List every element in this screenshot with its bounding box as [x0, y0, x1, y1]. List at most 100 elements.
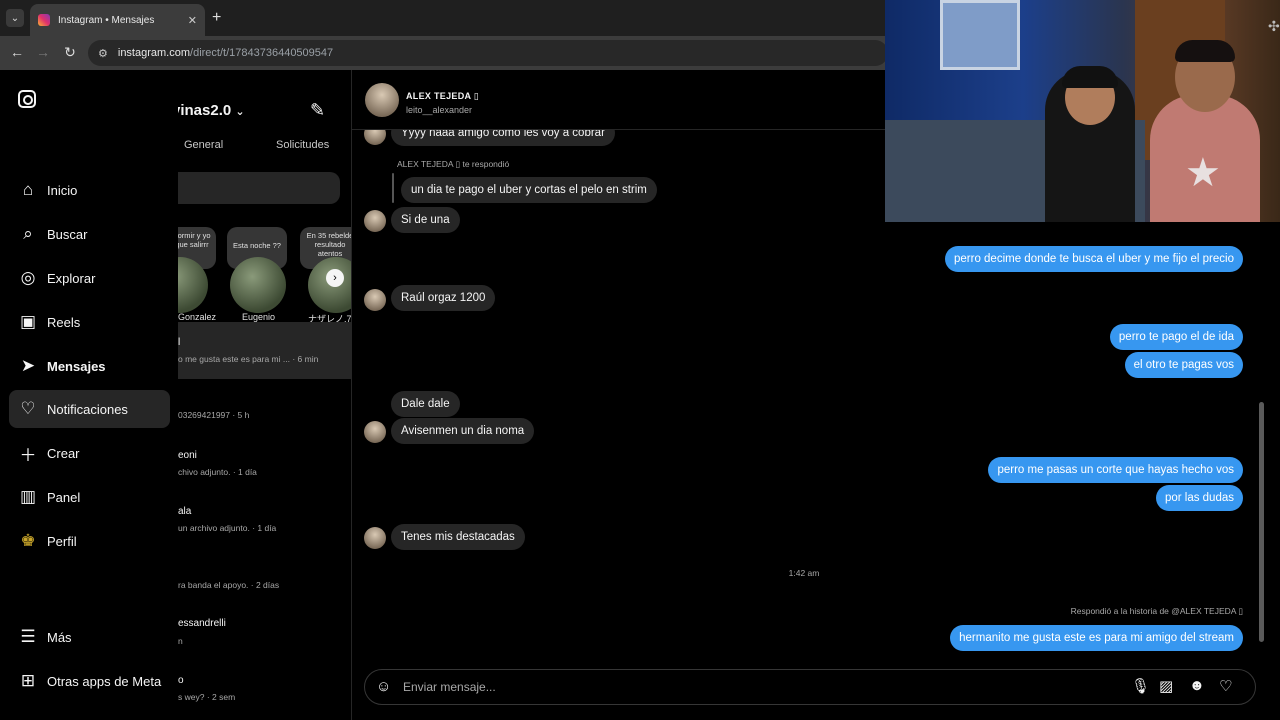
- emoji-icon[interactable]: ☺: [376, 678, 391, 695]
- story-name: Gonzalez: [178, 312, 217, 322]
- message-incoming[interactable]: Si de una: [391, 207, 460, 233]
- contact-avatar: [364, 527, 386, 549]
- chart-icon: ▥: [19, 487, 37, 506]
- message-incoming[interactable]: Dale dale: [391, 391, 460, 417]
- conversation-preview[interactable]: 03269421997 · 5 h: [178, 410, 249, 420]
- conversation-row-active[interactable]: [178, 322, 351, 379]
- contact-name[interactable]: ALEX TEJEDA ▯: [406, 91, 479, 102]
- nav-buscar[interactable]: ⌕ Buscar: [9, 215, 170, 253]
- microphone-icon[interactable]: 🎙: [1131, 677, 1150, 695]
- chevron-down-icon: ⌄: [235, 106, 245, 118]
- nav-label: Otras apps de Meta: [47, 673, 162, 689]
- contact-avatar: [364, 421, 386, 443]
- heart-icon: ♡: [20, 399, 36, 418]
- new-tab-plus-icon[interactable]: +: [212, 9, 221, 27]
- message-incoming[interactable]: Avisenmen un dia noma: [391, 418, 535, 444]
- tab-search-chevron-icon[interactable]: ⌄: [6, 9, 24, 27]
- nav-crear[interactable]: ＋ Crear: [9, 434, 170, 472]
- chat-scrollbar[interactable]: [1256, 220, 1266, 650]
- story-avatar[interactable]: [230, 257, 286, 313]
- search-input[interactable]: [178, 172, 340, 204]
- compass-icon: ◎: [20, 268, 36, 287]
- story-name: Eugenio: [242, 312, 276, 322]
- story-reply-label: Respondió a la historia de @ALEX TEJEDA …: [1070, 606, 1243, 616]
- home-icon: ⌂: [22, 180, 34, 199]
- conversation-preview: un archivo adjunto. · 1 día: [178, 523, 277, 533]
- tab-close-icon[interactable]: ✕: [188, 14, 197, 27]
- message-incoming[interactable]: Tenes mis destacadas: [391, 524, 525, 550]
- back-arrow-icon[interactable]: ←: [8, 44, 26, 60]
- nav-label: Buscar: [47, 226, 88, 242]
- tab-title: Instagram • Mensajes: [58, 14, 155, 26]
- webcam-person-right-hair: [1175, 40, 1235, 62]
- webcam-overlay: ★ ✣: [885, 0, 1280, 222]
- image-icon[interactable]: ▨: [1159, 677, 1173, 695]
- messenger-icon: ➤: [20, 356, 36, 375]
- meta-apps-icon: ⊞: [20, 671, 36, 690]
- nav-inicio[interactable]: ⌂ Inicio: [9, 171, 170, 209]
- message-incoming[interactable]: un dia te pago el uber y cortas el pelo …: [401, 177, 657, 203]
- nav-reels[interactable]: ▣ Reels: [9, 303, 170, 341]
- reply-indicator-bar: [392, 173, 394, 203]
- search-icon: ⌕: [23, 224, 33, 243]
- nav-label: Perfil: [47, 533, 77, 549]
- message-timestamp: 1:42 am: [788, 568, 820, 578]
- conversation-name[interactable]: essandrelli: [178, 618, 226, 629]
- tab-solicitudes[interactable]: Solicitudes: [276, 139, 329, 151]
- chevron-right-icon[interactable]: ›: [326, 269, 344, 287]
- url-text: instagram.com/direct/t/17843736440509547: [117, 47, 334, 59]
- conversation-name[interactable]: o: [178, 675, 184, 686]
- message-input[interactable]: [403, 677, 1103, 697]
- conversation-name: l: [178, 337, 181, 348]
- nav-label: Inicio: [47, 182, 78, 198]
- conversation-preview[interactable]: ra banda el apoyo. · 2 días: [178, 580, 279, 590]
- nav-perfil[interactable]: ♚ Perfil: [9, 522, 170, 560]
- forward-arrow-icon[interactable]: →: [34, 44, 52, 60]
- browser-tab[interactable]: Instagram • Mensajes ✕: [30, 4, 205, 36]
- conversation-preview: s wey? · 2 sem: [178, 692, 236, 702]
- message-outgoing[interactable]: hermanito me gusta este es para mi amigo…: [950, 625, 1243, 651]
- plus-icon: ＋: [19, 445, 37, 465]
- conversation-preview: chivo adjunto. · 1 día: [178, 467, 257, 477]
- message-outgoing[interactable]: perro decime donde te busca el uber y me…: [945, 246, 1243, 272]
- reply-meta-label: ALEX TEJEDA ▯ te respondió: [397, 159, 510, 169]
- message-composer: ☺ 🎙 ▨ ☻ ♡: [364, 669, 1256, 705]
- webcam-fan-icon: ✣: [1268, 18, 1280, 34]
- site-settings-icon[interactable]: ⚙: [98, 47, 108, 60]
- tab-general[interactable]: General: [184, 139, 223, 151]
- contact-avatar: [364, 210, 386, 232]
- nav-label: Crear: [47, 445, 80, 461]
- webcam-window: [940, 0, 1020, 70]
- nav-explorar[interactable]: ◎ Explorar: [9, 259, 170, 297]
- nav-panel[interactable]: ▥ Panel: [9, 478, 170, 516]
- url-omnibox[interactable]: ⚙ instagram.com/direct/t/178437364405095…: [88, 40, 888, 66]
- contact-avatar[interactable]: [365, 83, 399, 117]
- scrollbar-thumb[interactable]: [1259, 402, 1264, 642]
- menu-icon: ☰: [20, 627, 36, 646]
- message-incoming[interactable]: Raúl orgaz 1200: [391, 285, 496, 311]
- instagram-logo-icon[interactable]: [18, 90, 36, 108]
- heart-icon[interactable]: ♡: [1219, 677, 1232, 695]
- inbox-account-switcher[interactable]: vinas2.0 ⌄: [178, 102, 245, 119]
- reload-icon[interactable]: ↻: [61, 44, 79, 61]
- nav-mensajes[interactable]: ➤ Mensajes: [9, 347, 170, 385]
- nav-otras-apps[interactable]: ⊞ Otras apps de Meta: [9, 662, 170, 700]
- shirt-star-logo: ★: [1185, 151, 1221, 195]
- nav-label: Notificaciones: [47, 401, 128, 417]
- message-outgoing[interactable]: perro me pasas un corte que hayas hecho …: [988, 457, 1243, 483]
- conversation-preview: o me gusta este es para mi ... · 6 min: [178, 354, 319, 364]
- inbox-title: vinas2.0: [178, 102, 232, 119]
- conversation-name[interactable]: ala: [178, 506, 191, 517]
- message-outgoing[interactable]: por las dudas: [1155, 485, 1243, 511]
- nav-mas[interactable]: ☰ Más: [9, 618, 170, 656]
- message-outgoing[interactable]: perro te pago el de ida: [1109, 324, 1243, 350]
- conversation-name[interactable]: eoni: [178, 450, 197, 461]
- instagram-favicon-icon: [38, 14, 50, 26]
- new-message-icon[interactable]: ✎: [310, 100, 325, 121]
- message-outgoing[interactable]: el otro te pagas vos: [1124, 352, 1243, 378]
- reels-icon: ▣: [19, 312, 37, 331]
- sticker-icon[interactable]: ☻: [1189, 677, 1205, 694]
- nav-label: Reels: [47, 314, 81, 330]
- instagram-sidebar: ⌂ Inicio ⌕ Buscar ◎ Explorar ▣ Reels ➤ M…: [0, 70, 178, 720]
- nav-notificaciones[interactable]: ♡ Notificaciones: [9, 390, 170, 428]
